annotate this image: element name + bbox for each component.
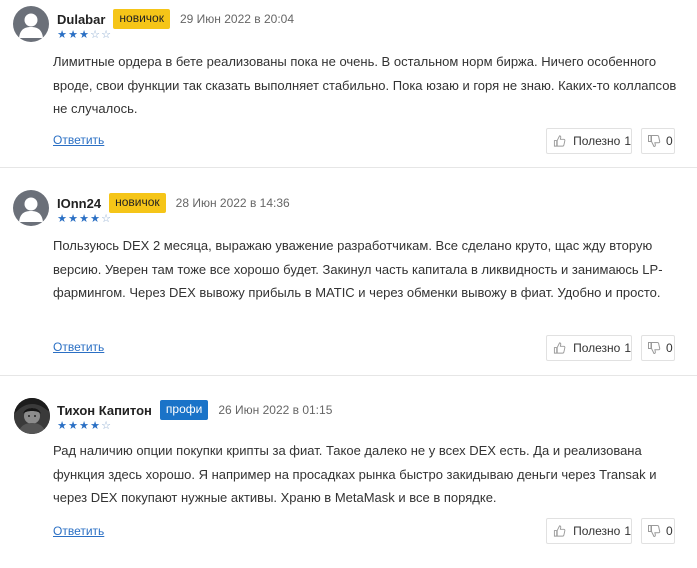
review-item: IOnn24 новичок 28 Июн 2022 в 14:36 ★ ★ ★…	[0, 168, 697, 376]
user-avatar-icon[interactable]	[13, 190, 49, 226]
star-filled-icon: ★	[90, 213, 100, 225]
rating-stars: ★ ★ ★ ★ ☆	[57, 214, 111, 225]
star-filled-icon: ★	[68, 29, 78, 41]
not-useful-count: 0	[666, 341, 673, 355]
reply-link[interactable]: Ответить	[53, 133, 104, 147]
useful-count: 1	[624, 524, 631, 538]
useful-button[interactable]: Полезно 1	[546, 518, 632, 544]
pro-badge: профи	[159, 400, 209, 420]
thumbs-down-icon	[648, 525, 661, 538]
thumbs-down-icon	[648, 342, 661, 355]
review-item: Dulabar новичок 29 Июн 2022 в 20:04 ★ ★ …	[0, 0, 697, 168]
review-text: Пользуюсь DEX 2 месяца, выражаю уважение…	[53, 238, 663, 300]
useful-button[interactable]: Полезно 1	[546, 335, 632, 361]
useful-label: Полезно	[573, 341, 621, 355]
thumbs-down-icon	[648, 135, 661, 148]
star-filled-icon: ★	[68, 420, 78, 432]
star-filled-icon: ★	[57, 213, 67, 225]
user-avatar-icon[interactable]	[13, 6, 49, 42]
review-date: 28 Июн 2022 в 14:36	[175, 196, 290, 210]
not-useful-button[interactable]: 0	[641, 335, 675, 361]
review-text: Рад наличию опции покупки крипты за фиат…	[53, 443, 657, 505]
author-name[interactable]: Тихон Капитон	[57, 403, 152, 418]
review-header: Dulabar новичок 29 Июн 2022 в 20:04	[57, 9, 294, 29]
review-date: 26 Июн 2022 в 01:15	[218, 403, 333, 417]
review-item: Тихон Капитон профи 26 Июн 2022 в 01:15 …	[0, 376, 697, 568]
useful-count: 1	[624, 341, 631, 355]
star-filled-icon: ★	[57, 420, 67, 432]
review-header: Тихон Капитон профи 26 Июн 2022 в 01:15	[57, 400, 332, 420]
useful-button[interactable]: Полезно 1	[546, 128, 632, 154]
thumbs-up-icon	[553, 525, 566, 537]
reply-link[interactable]: Ответить	[53, 524, 104, 538]
useful-count: 1	[624, 134, 631, 148]
star-empty-icon: ☆	[90, 29, 100, 41]
star-empty-icon: ☆	[101, 420, 111, 432]
author-name[interactable]: IOnn24	[57, 196, 101, 211]
not-useful-button[interactable]: 0	[641, 518, 675, 544]
novice-badge: новичок	[113, 9, 170, 29]
star-filled-icon: ★	[79, 213, 89, 225]
useful-label: Полезно	[573, 134, 621, 148]
star-filled-icon: ★	[79, 420, 89, 432]
star-empty-icon: ☆	[101, 213, 111, 225]
thumbs-up-icon	[553, 135, 566, 147]
reply-link[interactable]: Ответить	[53, 340, 104, 354]
not-useful-count: 0	[666, 524, 673, 538]
star-filled-icon: ★	[79, 29, 89, 41]
star-filled-icon: ★	[90, 420, 100, 432]
review-header: IOnn24 новичок 28 Июн 2022 в 14:36	[57, 193, 290, 213]
not-useful-count: 0	[666, 134, 673, 148]
rating-stars: ★ ★ ★ ★ ☆	[57, 421, 111, 432]
not-useful-button[interactable]: 0	[641, 128, 675, 154]
star-filled-icon: ★	[68, 213, 78, 225]
review-text: Лимитные ордера в бете реализованы пока …	[53, 54, 677, 116]
thumbs-up-icon	[553, 342, 566, 354]
novice-badge: новичок	[109, 193, 166, 213]
author-name[interactable]: Dulabar	[57, 12, 105, 27]
star-filled-icon: ★	[57, 29, 67, 41]
rating-stars: ★ ★ ★ ☆ ☆	[57, 30, 111, 41]
review-date: 29 Июн 2022 в 20:04	[179, 12, 295, 26]
useful-label: Полезно	[573, 524, 621, 538]
user-avatar-photo[interactable]	[14, 398, 50, 434]
star-empty-icon: ☆	[101, 29, 111, 41]
